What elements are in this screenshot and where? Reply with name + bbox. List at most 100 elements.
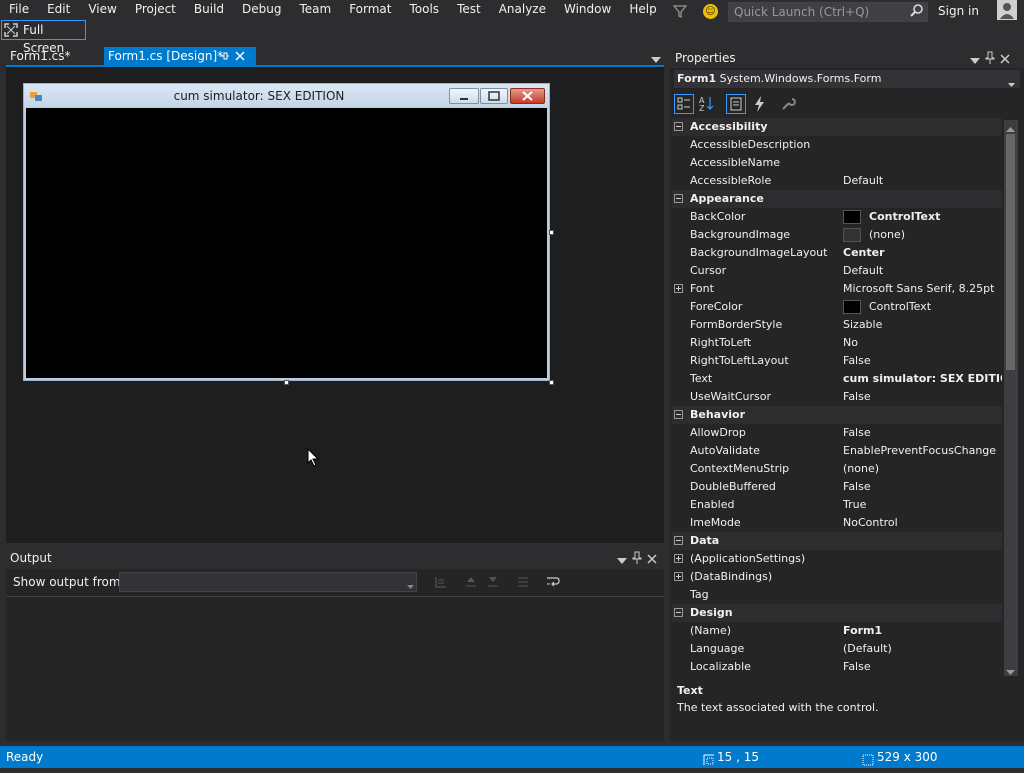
word-wrap-icon[interactable] bbox=[545, 574, 561, 590]
property-row[interactable]: AutoValidate EnablePreventFocusChange bbox=[672, 442, 1002, 460]
search-icon[interactable] bbox=[909, 3, 925, 19]
tab-form1-cs[interactable]: Form1.cs* bbox=[6, 47, 102, 66]
property-grid[interactable]: Accessibility AccessibleDescription Access… bbox=[672, 118, 1002, 676]
property-value[interactable]: Form1 bbox=[843, 622, 882, 640]
events-lightning-icon[interactable] bbox=[750, 94, 770, 114]
collapse-icon[interactable] bbox=[674, 410, 683, 419]
expand-icon[interactable] bbox=[674, 572, 683, 581]
maximize-button[interactable] bbox=[480, 88, 508, 104]
resize-handle-corner[interactable] bbox=[549, 380, 554, 385]
property-value[interactable]: (none) bbox=[869, 226, 905, 244]
resize-handle-bottom[interactable] bbox=[284, 380, 289, 385]
output-source-select[interactable] bbox=[119, 572, 417, 592]
property-value[interactable]: False bbox=[843, 424, 871, 442]
menu-item-test[interactable]: Test bbox=[448, 0, 490, 20]
property-row[interactable]: AccessibleDescription bbox=[672, 136, 1002, 154]
property-value[interactable]: False bbox=[843, 388, 871, 406]
property-row[interactable]: AccessibleRole Default bbox=[672, 172, 1002, 190]
menu-item-format[interactable]: Format bbox=[340, 0, 400, 20]
resize-handle-right[interactable] bbox=[549, 230, 554, 235]
pin-icon[interactable] bbox=[632, 551, 642, 568]
feedback-smiley-icon[interactable]: ☺ bbox=[703, 4, 718, 19]
property-value[interactable]: ControlText bbox=[869, 298, 931, 316]
property-row[interactable]: RightToLeftLayout False bbox=[672, 352, 1002, 370]
property-row[interactable]: Enabled True bbox=[672, 496, 1002, 514]
property-row[interactable]: (Name) Form1 bbox=[672, 622, 1002, 640]
property-value[interactable]: Default bbox=[843, 172, 883, 190]
property-value[interactable]: Microsoft Sans Serif, 8.25pt bbox=[843, 280, 994, 298]
clear-all-icon[interactable] bbox=[515, 574, 531, 590]
object-selector[interactable]: Form1 System.Windows.Forms.Form bbox=[674, 70, 1020, 88]
property-row[interactable]: BackColor ControlText bbox=[672, 208, 1002, 226]
menu-item-team[interactable]: Team bbox=[290, 0, 340, 20]
property-value[interactable]: False bbox=[843, 478, 871, 496]
menu-item-view[interactable]: View bbox=[79, 0, 125, 20]
property-value[interactable]: Center bbox=[843, 244, 885, 262]
expand-icon[interactable] bbox=[674, 284, 683, 293]
menu-item-tools[interactable]: Tools bbox=[401, 0, 449, 20]
property-row[interactable]: Language (Default) bbox=[672, 640, 1002, 658]
alphabetical-icon[interactable]: AZ bbox=[697, 94, 717, 114]
next-message-icon[interactable] bbox=[485, 574, 501, 590]
property-row[interactable]: AccessibleName bbox=[672, 154, 1002, 172]
property-value[interactable]: ControlText bbox=[869, 208, 940, 226]
property-value[interactable]: NoControl bbox=[843, 514, 898, 532]
property-value[interactable]: False bbox=[843, 352, 871, 370]
property-category[interactable]: Behavior bbox=[672, 406, 1002, 424]
collapse-icon[interactable] bbox=[674, 122, 683, 131]
panel-dropdown-icon[interactable] bbox=[970, 54, 980, 68]
property-row[interactable]: (DataBindings) bbox=[672, 568, 1002, 586]
property-row[interactable]: BackgroundImageLayout Center bbox=[672, 244, 1002, 262]
designed-form-window[interactable]: cum simulator: SEX EDITION bbox=[23, 83, 550, 381]
property-value[interactable]: cum simulator: SEX EDITION bbox=[843, 370, 1002, 388]
property-value[interactable]: (none) bbox=[843, 460, 879, 478]
menu-item-help[interactable]: Help bbox=[620, 0, 665, 20]
filter-icon[interactable] bbox=[672, 3, 688, 19]
property-pages-wrench-icon[interactable] bbox=[778, 94, 798, 114]
property-value[interactable]: Default bbox=[843, 262, 883, 280]
property-row[interactable]: BackgroundImage (none) bbox=[672, 226, 1002, 244]
menu-item-build[interactable]: Build bbox=[185, 0, 233, 20]
property-row[interactable]: UseWaitCursor False bbox=[672, 388, 1002, 406]
property-row[interactable]: Cursor Default bbox=[672, 262, 1002, 280]
property-row[interactable]: RightToLeft No bbox=[672, 334, 1002, 352]
property-row[interactable]: Tag bbox=[672, 586, 1002, 604]
close-panel-icon[interactable] bbox=[1000, 53, 1010, 67]
property-value[interactable]: Sizable bbox=[843, 316, 882, 334]
scrollbar-thumb[interactable] bbox=[1006, 134, 1015, 370]
property-value[interactable]: True bbox=[843, 496, 866, 514]
sign-in-link[interactable]: Sign in bbox=[938, 2, 979, 20]
property-row[interactable]: ImeMode NoControl bbox=[672, 514, 1002, 532]
property-value[interactable]: False bbox=[843, 658, 871, 676]
scroll-down-icon[interactable] bbox=[1006, 665, 1015, 679]
collapse-icon[interactable] bbox=[674, 536, 683, 545]
property-value[interactable]: (Default) bbox=[843, 640, 892, 658]
close-button[interactable] bbox=[510, 88, 545, 104]
property-row[interactable]: ForeColor ControlText bbox=[672, 298, 1002, 316]
properties-view-icon[interactable] bbox=[726, 94, 746, 114]
property-category[interactable]: Appearance bbox=[672, 190, 1002, 208]
property-row[interactable]: FormBorderStyle Sizable bbox=[672, 316, 1002, 334]
property-row[interactable]: Localizable False bbox=[672, 658, 1002, 676]
menu-item-project[interactable]: Project bbox=[126, 0, 185, 20]
user-account-icon[interactable] bbox=[997, 0, 1017, 20]
find-message-icon[interactable] bbox=[433, 574, 449, 590]
menu-item-window[interactable]: Window bbox=[555, 0, 620, 20]
tab-form1-design[interactable]: Form1.cs [Design]* bbox=[104, 47, 256, 66]
property-row[interactable]: DoubleBuffered False bbox=[672, 478, 1002, 496]
menu-item-edit[interactable]: Edit bbox=[38, 0, 79, 20]
minimize-button[interactable] bbox=[449, 88, 479, 104]
menu-item-file[interactable]: File bbox=[0, 0, 38, 20]
tab-overflow-dropdown-icon[interactable] bbox=[651, 53, 661, 63]
property-value[interactable]: EnablePreventFocusChange bbox=[843, 442, 996, 460]
property-category[interactable]: Design bbox=[672, 604, 1002, 622]
scroll-up-icon[interactable] bbox=[1006, 122, 1015, 136]
panel-dropdown-icon[interactable] bbox=[617, 554, 627, 568]
form-client-area[interactable] bbox=[26, 108, 547, 378]
expand-icon[interactable] bbox=[674, 554, 683, 563]
categorized-icon[interactable] bbox=[674, 94, 694, 114]
form-title-bar[interactable]: cum simulator: SEX EDITION bbox=[24, 84, 549, 107]
property-category[interactable]: Accessibility bbox=[672, 118, 1002, 136]
quick-launch-input[interactable]: Quick Launch (Ctrl+Q) bbox=[728, 2, 928, 22]
menu-item-debug[interactable]: Debug bbox=[233, 0, 290, 20]
